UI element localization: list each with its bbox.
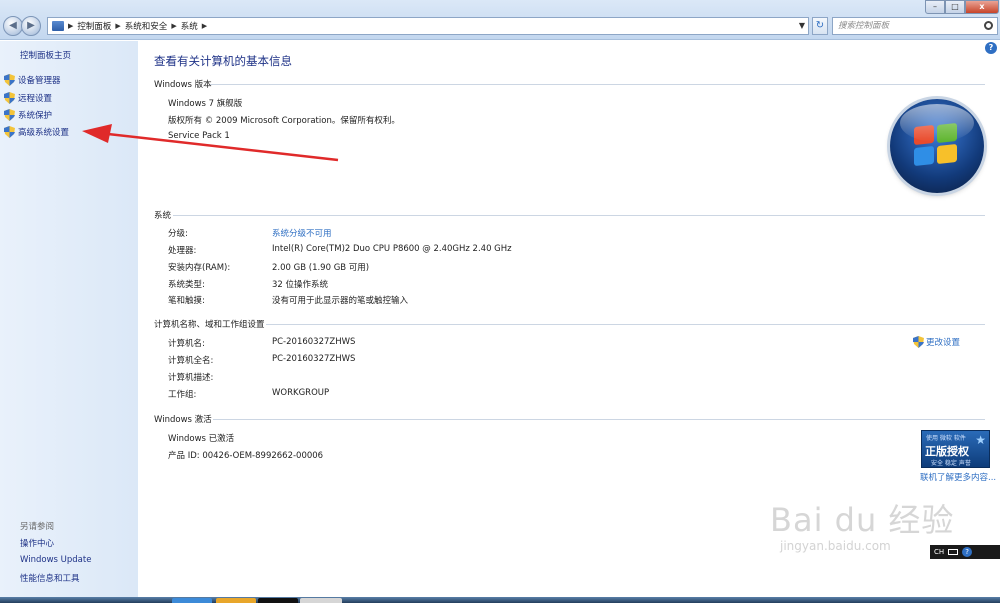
logo-flag-yellow	[937, 143, 957, 165]
badge-top-text: 使用 微软 软件	[926, 435, 966, 442]
section-divider	[210, 84, 985, 85]
sidebar-item-label: 高级系统设置	[18, 128, 70, 138]
copyright-text: 版权所有 © 2009 Microsoft Corporation。保留所有权利…	[168, 116, 400, 126]
section-divider	[173, 215, 985, 216]
forward-arrow-icon: ▶	[27, 20, 35, 31]
breadcrumb-item[interactable]: 系统	[181, 20, 198, 32]
windows-logo	[890, 99, 984, 193]
sidebar-item-label: 系统保护	[18, 111, 53, 121]
action-center-link[interactable]: 操作中心	[20, 537, 54, 549]
taskbar-control-panel-button[interactable]	[300, 598, 342, 603]
forward-button[interactable]: ▶	[21, 16, 41, 36]
watermark: Bai du 经验 jingyan.baidu.com	[770, 495, 954, 553]
performance-tools-link[interactable]: 性能信息和工具	[20, 572, 80, 584]
sidebar: 控制面板主页 设备管理器 远程设置 系统保护 高级系统设置 另请参阅 操作中心 …	[0, 41, 138, 597]
keyboard-icon[interactable]	[948, 549, 959, 555]
control-panel-home-link[interactable]: 控制面板主页	[20, 49, 71, 61]
section-divider	[213, 419, 985, 420]
system-type-value: 32 位操作系统	[272, 280, 329, 290]
search-input[interactable]: 搜索控制面板	[832, 17, 998, 35]
chevron-right-icon[interactable]: ▶	[171, 22, 176, 30]
activation-section-header: Windows 激活	[154, 415, 212, 425]
computer-name-label: 计算机名:	[168, 339, 205, 349]
rating-label: 分级:	[168, 229, 188, 239]
ram-value: 2.00 GB (1.90 GB 可用)	[272, 263, 370, 273]
language-bar[interactable]: CH ?	[930, 545, 1000, 559]
ram-label: 安装内存(RAM):	[168, 263, 231, 273]
back-arrow-icon: ◀	[9, 20, 17, 31]
shield-icon	[4, 74, 15, 86]
section-divider	[266, 324, 985, 325]
see-also-header: 另请参阅	[20, 522, 55, 532]
shield-icon	[4, 109, 15, 121]
address-toolbar: ◀ ▶ ▶ 控制面板 ▶ 系统和安全 ▶ 系统 ▶ ▼ ↻ 搜索控制面板 – □…	[0, 0, 1000, 40]
edition-name: Windows 7 旗舰版	[168, 99, 243, 109]
input-language[interactable]: CH	[934, 548, 944, 556]
change-settings-link[interactable]: 更改设置	[913, 336, 960, 348]
breadcrumb: ▶ 控制面板 ▶ 系统和安全 ▶ 系统 ▶	[68, 18, 207, 34]
chevron-right-icon[interactable]: ▶	[115, 22, 120, 30]
control-panel-icon	[52, 21, 64, 31]
genuine-microsoft-badge: 使用 微软 软件 ★ 正版授权 安全 稳定 声誉	[921, 430, 990, 468]
processor-value: Intel(R) Core(TM)2 Duo CPU P8600 @ 2.40G…	[272, 244, 512, 254]
maximize-button[interactable]: □	[945, 0, 965, 14]
page-title: 查看有关计算机的基本信息	[154, 54, 292, 68]
logo-gloss	[900, 104, 974, 142]
rating-value-link[interactable]: 系统分级不可用	[272, 227, 332, 239]
chevron-right-icon[interactable]: ▶	[202, 22, 207, 30]
watermark-logo-text: Bai du 经验	[770, 501, 955, 539]
sidebar-item-label: 设备管理器	[18, 76, 61, 86]
search-icon[interactable]	[984, 21, 993, 30]
full-computer-name-value: PC-20160327ZHWS	[272, 354, 356, 364]
pen-touch-value: 没有可用于此显示器的笔或触控输入	[272, 296, 409, 306]
computer-name-value: PC-20160327ZHWS	[272, 337, 356, 347]
computer-name-section-header: 计算机名称、域和工作组设置	[154, 320, 265, 330]
address-bar[interactable]: ▶ 控制面板 ▶ 系统和安全 ▶ 系统 ▶ ▼	[47, 17, 809, 35]
sidebar-item-label: 远程设置	[18, 94, 53, 104]
system-type-label: 系统类型:	[168, 280, 205, 290]
taskbar-media-button[interactable]	[258, 598, 298, 603]
help-icon[interactable]: ?	[962, 547, 973, 557]
shield-icon	[4, 92, 15, 104]
pen-touch-label: 笔和触摸:	[168, 296, 205, 306]
chevron-right-icon: ▶	[68, 22, 74, 30]
help-icon[interactable]: ?	[985, 42, 997, 54]
service-pack: Service Pack 1	[168, 131, 230, 141]
windows-update-link[interactable]: Windows Update	[20, 555, 91, 565]
edition-section-header: Windows 版本	[154, 80, 212, 90]
search-placeholder: 搜索控制面板	[838, 21, 890, 31]
badge-main-text: 正版授权	[925, 445, 969, 458]
sidebar-item-system-protection[interactable]: 系统保护	[4, 109, 52, 121]
taskbar	[0, 597, 1000, 603]
close-button[interactable]: x	[965, 0, 999, 14]
minimize-button[interactable]: –	[925, 0, 945, 14]
star-icon: ★	[975, 433, 986, 447]
chevron-down-icon[interactable]: ▼	[799, 18, 805, 34]
learn-more-online-link[interactable]: 联机了解更多内容...	[920, 471, 996, 483]
breadcrumb-item[interactable]: 控制面板	[77, 20, 111, 32]
activation-status: Windows 已激活	[168, 434, 235, 444]
sidebar-item-device-manager[interactable]: 设备管理器	[4, 74, 61, 86]
badge-sub-text: 安全 稳定 声誉	[931, 460, 971, 467]
processor-label: 处理器:	[168, 246, 197, 256]
shield-icon	[913, 336, 924, 348]
logo-flag-blue	[914, 145, 934, 167]
sidebar-item-advanced-system-settings[interactable]: 高级系统设置	[4, 126, 69, 138]
breadcrumb-item[interactable]: 系统和安全	[125, 20, 168, 32]
workgroup-label: 工作组:	[168, 390, 197, 400]
change-settings-label: 更改设置	[926, 338, 961, 348]
system-section-header: 系统	[154, 211, 172, 221]
shield-icon	[4, 126, 15, 138]
watermark-url: jingyan.baidu.com	[780, 539, 891, 553]
refresh-button[interactable]: ↻	[812, 17, 828, 35]
taskbar-ie-button[interactable]	[172, 598, 212, 603]
sidebar-item-remote-settings[interactable]: 远程设置	[4, 92, 52, 104]
taskbar-explorer-button[interactable]	[216, 598, 256, 603]
product-id: 产品 ID: 00426-OEM-8992662-00006	[168, 451, 324, 461]
workgroup-value: WORKGROUP	[272, 388, 330, 398]
back-button[interactable]: ◀	[3, 16, 23, 36]
computer-description-label: 计算机描述:	[168, 373, 214, 383]
full-computer-name-label: 计算机全名:	[168, 356, 214, 366]
